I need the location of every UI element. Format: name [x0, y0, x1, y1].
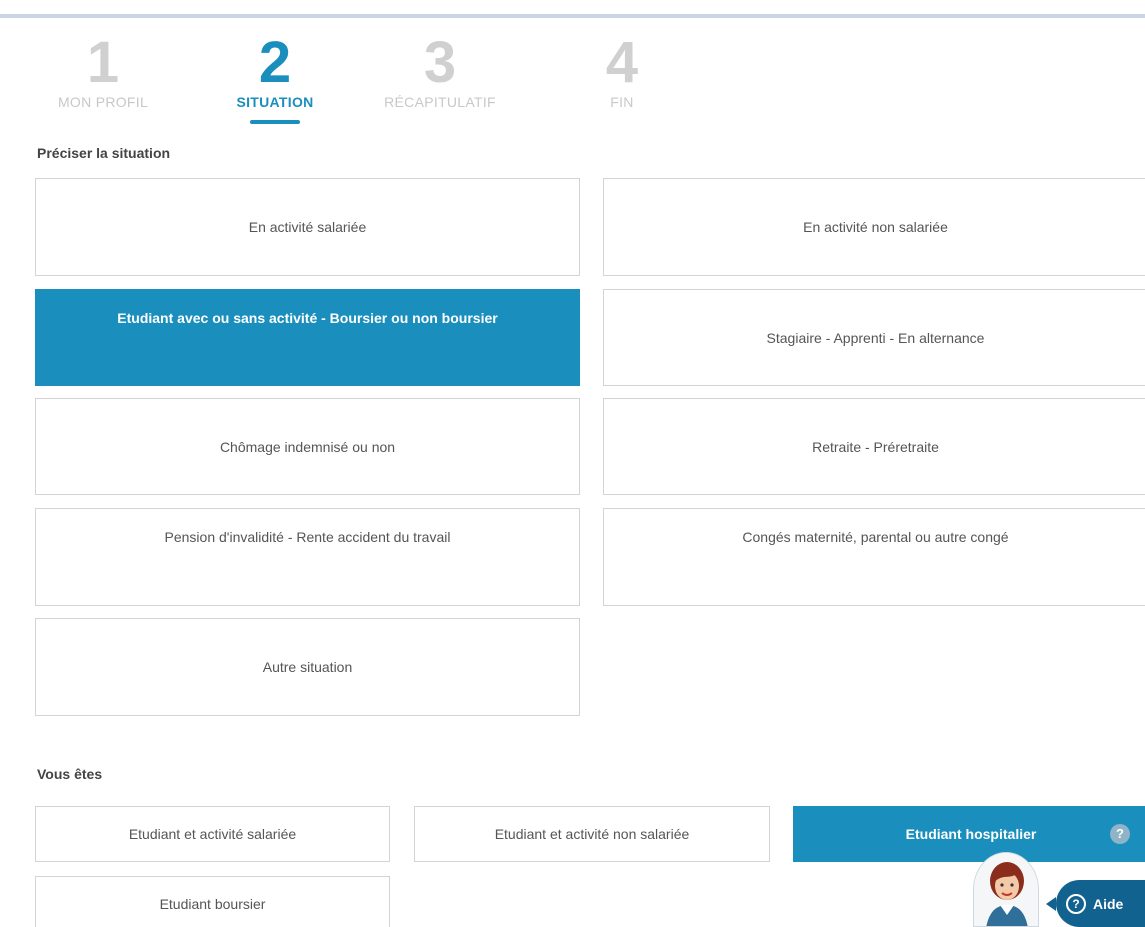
- option-etudiant-boursier[interactable]: Etudiant boursier: [35, 876, 390, 927]
- step-number: 3: [423, 30, 457, 95]
- question-mark-icon[interactable]: ?: [1110, 824, 1130, 844]
- assistant-avatar-icon: [974, 853, 1038, 926]
- option-retraite[interactable]: Retraite - Préretraite: [603, 398, 1145, 495]
- top-divider: [0, 14, 1145, 18]
- step-number: 2: [258, 30, 292, 95]
- option-etudiant[interactable]: Etudiant avec ou sans activité - Boursie…: [35, 289, 580, 386]
- step-label: MON PROFIL: [57, 94, 149, 110]
- assistant-avatar[interactable]: [973, 852, 1039, 927]
- option-etudiant-activite-non-salariee[interactable]: Etudiant et activité non salariée: [414, 806, 770, 862]
- step-number: 1: [86, 30, 120, 95]
- step-recapitulatif[interactable]: 3 RÉCAPITULATIF: [370, 30, 510, 110]
- step-label: SITUATION: [236, 94, 314, 110]
- step-situation[interactable]: 2 SITUATION: [210, 30, 340, 124]
- step-label: RÉCAPITULATIF: [384, 94, 496, 110]
- option-activite-salariee[interactable]: En activité salariée: [35, 178, 580, 276]
- option-etudiant-activite-salariee[interactable]: Etudiant et activité salariée: [35, 806, 390, 862]
- help-circle-icon: ?: [1066, 893, 1086, 914]
- help-button[interactable]: ? Aide: [1046, 880, 1145, 927]
- help-button-label: Aide: [1093, 895, 1124, 912]
- situation-heading: Préciser la situation: [37, 145, 171, 161]
- option-etudiant-hospitalier[interactable]: Etudiant hospitalier ?: [793, 806, 1145, 862]
- stepper: 1 MON PROFIL 2 SITUATION 3 RÉCAPITULATIF…: [0, 30, 700, 150]
- option-stagiaire-apprenti[interactable]: Stagiaire - Apprenti - En alternance: [603, 289, 1145, 386]
- vous-etes-heading: Vous êtes: [37, 766, 103, 782]
- option-chomage[interactable]: Chômage indemnisé ou non: [35, 398, 580, 495]
- option-conges[interactable]: Congés maternité, parental ou autre cong…: [603, 508, 1145, 606]
- option-autre-situation[interactable]: Autre situation: [35, 618, 580, 716]
- step-number: 4: [605, 30, 639, 95]
- active-step-underline: [250, 120, 300, 124]
- step-mon-profil[interactable]: 1 MON PROFIL: [38, 30, 168, 110]
- step-fin[interactable]: 4 FIN: [572, 30, 672, 110]
- step-label: FIN: [610, 94, 634, 110]
- option-pension-invalidite[interactable]: Pension d'invalidité - Rente accident du…: [35, 508, 580, 606]
- option-label: Etudiant hospitalier: [905, 826, 1037, 842]
- option-activite-non-salariee[interactable]: En activité non salariée: [603, 178, 1145, 276]
